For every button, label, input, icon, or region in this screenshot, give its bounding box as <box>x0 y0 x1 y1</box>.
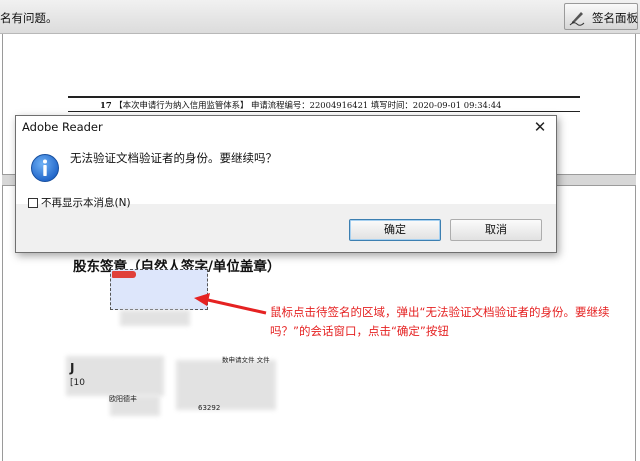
signature-flag-icon <box>112 271 136 278</box>
fill-time: 填写时间：2020-09-01 09:34:44 <box>370 100 502 110</box>
flow-number: 申请流程编号：22004916421 <box>251 100 369 110</box>
dialog-title: Adobe Reader <box>22 120 103 134</box>
cancel-button[interactable]: 取消 <box>450 219 542 241</box>
checkbox-label: 不再显示本消息(N) <box>41 197 131 209</box>
dialog-titlebar: Adobe Reader ✕ <box>16 116 556 138</box>
text-fragment: [10 <box>70 378 85 388</box>
document-header: 17 【本次申请行为纳入信用监管体系】 申请流程编号：22004916421 填… <box>100 99 501 111</box>
close-icon[interactable]: ✕ <box>528 117 552 137</box>
redacted-area <box>176 360 276 410</box>
dont-show-again-checkbox[interactable]: 不再显示本消息(N) <box>28 195 131 210</box>
signature-panel-label: 签名面板 <box>592 11 638 25</box>
checkbox-box[interactable] <box>28 198 38 208</box>
dialog-message: 无法验证文档验证者的身份。要继续吗？ <box>70 151 277 165</box>
page-number: 17 <box>100 100 112 110</box>
notification-bar: 名有问题。 签名面板 <box>0 0 640 34</box>
header-rule-top <box>68 96 580 98</box>
verify-identity-dialog: Adobe Reader ✕ 无法验证文档验证者的身份。要继续吗？ 不再显示本消… <box>15 115 557 253</box>
text-fragment: J <box>70 361 75 375</box>
redacted-area <box>120 310 190 326</box>
redacted-area <box>66 356 164 396</box>
info-icon <box>31 154 59 182</box>
credit-notice: 【本次申请行为纳入信用监管体系】 <box>114 100 249 110</box>
notification-message: 名有问题。 <box>0 11 58 25</box>
text-fragment: 63292 <box>198 404 221 412</box>
text-fragment: 欧阳德丰 <box>109 395 137 403</box>
pointer-arrow-icon <box>194 293 267 315</box>
pen-signature-icon <box>569 12 585 26</box>
signature-panel-button[interactable]: 签名面板 <box>564 3 638 30</box>
text-fragment: 数申请文件 文件 <box>222 356 270 364</box>
annotation-note: 鼠标点击待签名的区域，弹出“无法验证文档验证者的身份。要继续吗？”的会话窗口，点… <box>270 305 610 338</box>
header-rule-bottom <box>68 111 580 112</box>
ok-button[interactable]: 确定 <box>349 219 441 241</box>
